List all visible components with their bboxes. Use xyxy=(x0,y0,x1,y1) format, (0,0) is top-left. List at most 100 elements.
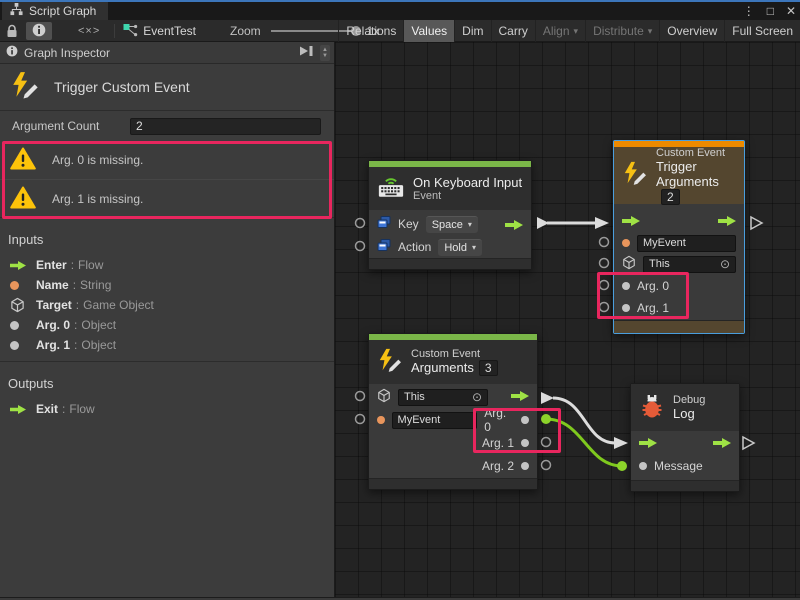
argument-count-field[interactable]: 2 xyxy=(130,118,321,135)
graph-asset-icon xyxy=(123,23,138,40)
port-arguments-arg1-out[interactable] xyxy=(542,438,551,447)
arg1-label: Arg. 1 xyxy=(637,301,669,315)
node-header[interactable]: Debug Log xyxy=(631,384,739,431)
event-name-row: MyEvent xyxy=(614,234,744,252)
wire-arguments-to-log[interactable] xyxy=(541,392,628,449)
node-header[interactable]: Custom Event Arguments3 xyxy=(369,340,537,384)
node-footer xyxy=(369,258,531,269)
object-port-icon xyxy=(10,321,36,330)
connected-port-arg0[interactable] xyxy=(541,414,551,424)
toolbar-button-relations[interactable]: Relations xyxy=(338,20,403,42)
outputs-header: Outputs xyxy=(0,372,334,399)
bug-icon xyxy=(639,393,665,422)
message-row: Message xyxy=(631,457,739,475)
flow-input-port[interactable] xyxy=(639,437,657,451)
port-trigger-target[interactable] xyxy=(600,259,609,268)
arg0-label: Arg. 0 xyxy=(637,279,669,293)
port-arguments-arg2-out[interactable] xyxy=(542,461,551,470)
flow-output-port[interactable] xyxy=(511,390,529,404)
node-debug-log[interactable]: Debug Log Message xyxy=(630,383,740,492)
flow-port-icon xyxy=(10,261,36,270)
custom-event-icon xyxy=(377,348,403,377)
event-name-field[interactable]: MyEvent xyxy=(637,235,736,252)
chevron-down-icon: ▾ xyxy=(468,220,472,229)
lock-icon[interactable] xyxy=(0,22,24,40)
action-dropdown[interactable]: Hold▾ xyxy=(438,239,482,256)
flow-output-port[interactable] xyxy=(505,219,523,233)
enum-icon xyxy=(377,216,391,232)
arg1-row: Arg. 1 xyxy=(369,434,537,452)
port-row-target: Target:Game Object xyxy=(0,295,334,315)
graph-canvas[interactable]: On Keyboard Input Event Key Space▾ Actio… xyxy=(335,42,800,597)
target-field[interactable]: This⊙ xyxy=(398,389,488,406)
object-port-icon xyxy=(521,416,529,424)
object-picker-icon[interactable]: ⊙ xyxy=(472,390,482,405)
port-trigger-arg1[interactable] xyxy=(600,303,609,312)
flow-output-port[interactable] xyxy=(713,437,731,451)
graph-toolbar: <×> EventTest Zoom 1x Relations Values D… xyxy=(0,20,800,42)
object-port-icon xyxy=(622,282,630,290)
port-row-enter: Enter:Flow xyxy=(0,255,334,275)
toolbar-button-fullscreen[interactable]: Full Screen xyxy=(724,20,800,42)
toolbar-button-overview[interactable]: Overview xyxy=(659,20,724,42)
flow-continue-triangle-trigger[interactable] xyxy=(751,217,762,229)
gameobject-cube-icon xyxy=(377,388,391,406)
node-custom-event-arguments[interactable]: Custom Event Arguments3 This⊙ MyEvent Ar… xyxy=(368,333,538,490)
close-icon[interactable]: ✕ xyxy=(786,4,796,18)
node-footer xyxy=(614,320,744,333)
object-port-icon xyxy=(521,439,529,447)
argument-count-badge[interactable]: 2 xyxy=(661,189,680,205)
port-keyboard-action[interactable] xyxy=(356,242,365,251)
connected-port-message[interactable] xyxy=(617,461,627,471)
port-arguments-name[interactable] xyxy=(356,415,365,424)
node-title-line1: Trigger xyxy=(656,159,736,174)
wire-arg0-to-message[interactable] xyxy=(541,414,627,471)
arg2-label: Arg. 2 xyxy=(482,459,514,473)
arg0-row: Arg. 0 xyxy=(614,277,744,295)
toolbar-button-dim[interactable]: Dim xyxy=(454,20,490,42)
node-footer xyxy=(631,480,739,491)
panel-spinner[interactable]: ▲ ▼ xyxy=(320,45,330,61)
toolbar-button-values[interactable]: Values xyxy=(403,20,454,42)
wire-keyboard-to-trigger[interactable] xyxy=(537,217,609,229)
toolbar-button-align[interactable]: Align▾ xyxy=(535,20,585,42)
node-header[interactable]: On Keyboard Input Event xyxy=(369,167,531,210)
event-name-row: MyEvent Arg. 0 xyxy=(369,411,537,429)
graph-name: EventTest xyxy=(143,24,196,38)
spinner-down-icon[interactable]: ▼ xyxy=(322,53,328,59)
warning-text: Arg. 1 is missing. xyxy=(52,192,143,206)
target-field[interactable]: This⊙ xyxy=(643,256,736,273)
unity-visual-scripting-window: Script Graph ⋮ □ ✕ <×> xyxy=(0,0,800,600)
node-on-keyboard-input[interactable]: On Keyboard Input Event Key Space▾ Actio… xyxy=(368,160,532,270)
key-dropdown[interactable]: Space▾ xyxy=(426,216,478,233)
toolbar-button-distribute[interactable]: Distribute▾ xyxy=(585,20,659,42)
graph-inspector-panel: Graph Inspector ▲ ▼ Trigger Custom Event… xyxy=(0,42,335,597)
object-picker-icon[interactable]: ⊙ xyxy=(720,257,730,272)
port-arguments-target[interactable] xyxy=(356,392,365,401)
window-menu-icon[interactable]: ⋮ xyxy=(743,4,755,18)
dock-panel-icon[interactable] xyxy=(299,45,314,60)
port-trigger-name[interactable] xyxy=(600,238,609,247)
node-header[interactable]: Custom Event Trigger Arguments2 xyxy=(614,147,744,204)
node-category: Custom Event xyxy=(411,348,498,360)
port-trigger-arg0[interactable] xyxy=(600,281,609,290)
port-keyboard-key[interactable] xyxy=(356,219,365,228)
csharp-preview-icon[interactable]: <×> xyxy=(72,22,106,40)
tab-script-graph[interactable]: Script Graph xyxy=(2,2,108,20)
info-icon xyxy=(6,45,18,60)
argument-count-badge[interactable]: 3 xyxy=(479,360,498,376)
node-trigger-custom-event[interactable]: Custom Event Trigger Arguments2 MyEvent … xyxy=(613,140,745,334)
flow-continue-triangle-log[interactable] xyxy=(743,437,754,449)
maximize-icon[interactable]: □ xyxy=(767,4,774,18)
warning-icon xyxy=(10,147,36,173)
flow-output-port[interactable] xyxy=(718,215,736,229)
toolbar-divider xyxy=(114,24,115,38)
toolbar-button-carry[interactable]: Carry xyxy=(491,20,535,42)
flow-input-port[interactable] xyxy=(622,215,640,229)
graph-breadcrumb[interactable]: EventTest xyxy=(123,23,196,40)
keyboard-icon xyxy=(377,175,405,202)
inspector-toggle-button[interactable] xyxy=(26,22,52,40)
argument-count-row: Argument Count 2 xyxy=(0,111,334,141)
event-name-field[interactable]: MyEvent xyxy=(392,412,478,429)
flow-row xyxy=(614,212,744,232)
